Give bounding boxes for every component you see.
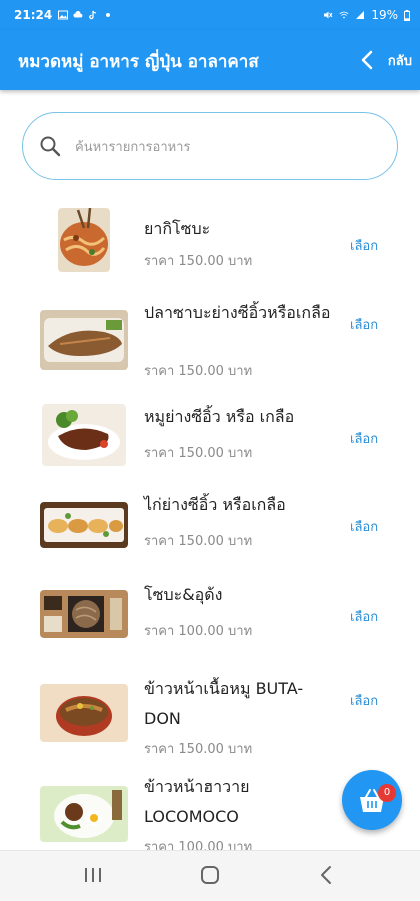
- battery-percent: 19%: [371, 8, 398, 22]
- menu-item[interactable]: หมูย่างซีอิ้ว หรือ เกลือ ราคา 150.00 บาท…: [0, 402, 420, 492]
- select-button[interactable]: เลือก: [350, 314, 378, 335]
- menu-item-price: ราคา 150.00 บาท: [144, 534, 253, 549]
- food-image-chicken: [40, 502, 128, 548]
- food-image-saba: [40, 310, 128, 370]
- menu-item[interactable]: ยากิโซบะ ราคา 150.00 บาท เลือก: [0, 190, 420, 290]
- home-icon[interactable]: [198, 863, 222, 887]
- mute-icon: [324, 11, 333, 19]
- menu-item[interactable]: ไก่ย่างซีอิ้ว หรือเกลือ ราคา 150.00 บาท …: [0, 492, 420, 584]
- search-icon: [40, 136, 61, 157]
- signal-icon: [356, 11, 365, 19]
- tiktok-icon: [89, 10, 97, 20]
- menu-item-price: ราคา 150.00 บาท: [144, 742, 253, 757]
- select-button[interactable]: เลือก: [350, 690, 378, 711]
- select-button[interactable]: เลือก: [350, 235, 378, 256]
- menu-item[interactable]: โซบะ&อุด้ง ราคา 100.00 บาท เลือก: [0, 584, 420, 674]
- select-button[interactable]: เลือก: [350, 428, 378, 449]
- menu-item-price: ราคา 150.00 บาท: [144, 364, 253, 379]
- food-image-soba: [40, 590, 128, 638]
- system-nav-bar: [0, 850, 420, 901]
- chevron-left-icon: [361, 50, 373, 70]
- menu-item-price: ราคา 100.00 บาท: [144, 624, 253, 639]
- menu-item-name: หมูย่างซีอิ้ว หรือ เกลือ: [144, 407, 295, 426]
- search-box: [22, 112, 398, 180]
- page-title: หมวดหมู่ อาหาร ญี่ปุ่น อาลาคาส: [18, 52, 259, 72]
- wifi-icon: [339, 11, 349, 19]
- back-label: กลับ: [387, 53, 412, 69]
- menu-item-name: ไก่ย่างซีอิ้ว หรือเกลือ: [144, 495, 286, 514]
- menu-item-name: ข้าวหน้าเนื้อหมู BUTA-DON: [144, 679, 304, 728]
- menu-item-name: ปลาซาบะย่างซีอิ้วหรือเกลือ: [144, 303, 331, 322]
- food-image-yakisoba: [58, 208, 110, 272]
- battery-icon: [404, 9, 410, 21]
- menu-item-name: ยากิโซบะ: [144, 219, 211, 238]
- status-bar: 21:24 19%: [0, 0, 420, 30]
- image-icon: [58, 10, 69, 20]
- cart-button[interactable]: 0: [342, 770, 402, 830]
- food-image-locomoco: [40, 786, 128, 842]
- food-image-butadon: [40, 684, 128, 742]
- food-image-pork: [42, 404, 126, 466]
- cart-count-badge: 0: [378, 784, 396, 802]
- status-time: 21:24: [14, 8, 53, 22]
- recent-apps-icon[interactable]: [83, 863, 103, 887]
- notification-icons: [58, 10, 113, 20]
- back-nav-icon[interactable]: [318, 863, 334, 887]
- dot-icon: [106, 13, 111, 17]
- menu-item[interactable]: ข้าวหน้าเนื้อหมู BUTA-DON ราคา 150.00 บา…: [0, 674, 420, 770]
- cloud-icon: [73, 11, 83, 18]
- select-button[interactable]: เลือก: [350, 606, 378, 627]
- search-input[interactable]: [73, 133, 377, 161]
- back-button[interactable]: กลับ: [360, 42, 412, 78]
- menu-item-name: ข้าวหน้าฮาวาย LOCOMOCO: [144, 777, 250, 826]
- app-bar: หมวดหมู่ อาหาร ญี่ปุ่น อาลาคาส กลับ: [0, 30, 420, 90]
- menu-item-name: โซบะ&อุด้ง: [144, 585, 223, 604]
- menu-item-price: ราคา 150.00 บาท: [144, 254, 253, 269]
- menu-item[interactable]: ปลาซาบะย่างซีอิ้วหรือเกลือ ราคา 150.00 บ…: [0, 290, 420, 402]
- select-button[interactable]: เลือก: [350, 516, 378, 537]
- menu-item-price: ราคา 150.00 บาท: [144, 446, 253, 461]
- system-status: 19%: [323, 0, 410, 30]
